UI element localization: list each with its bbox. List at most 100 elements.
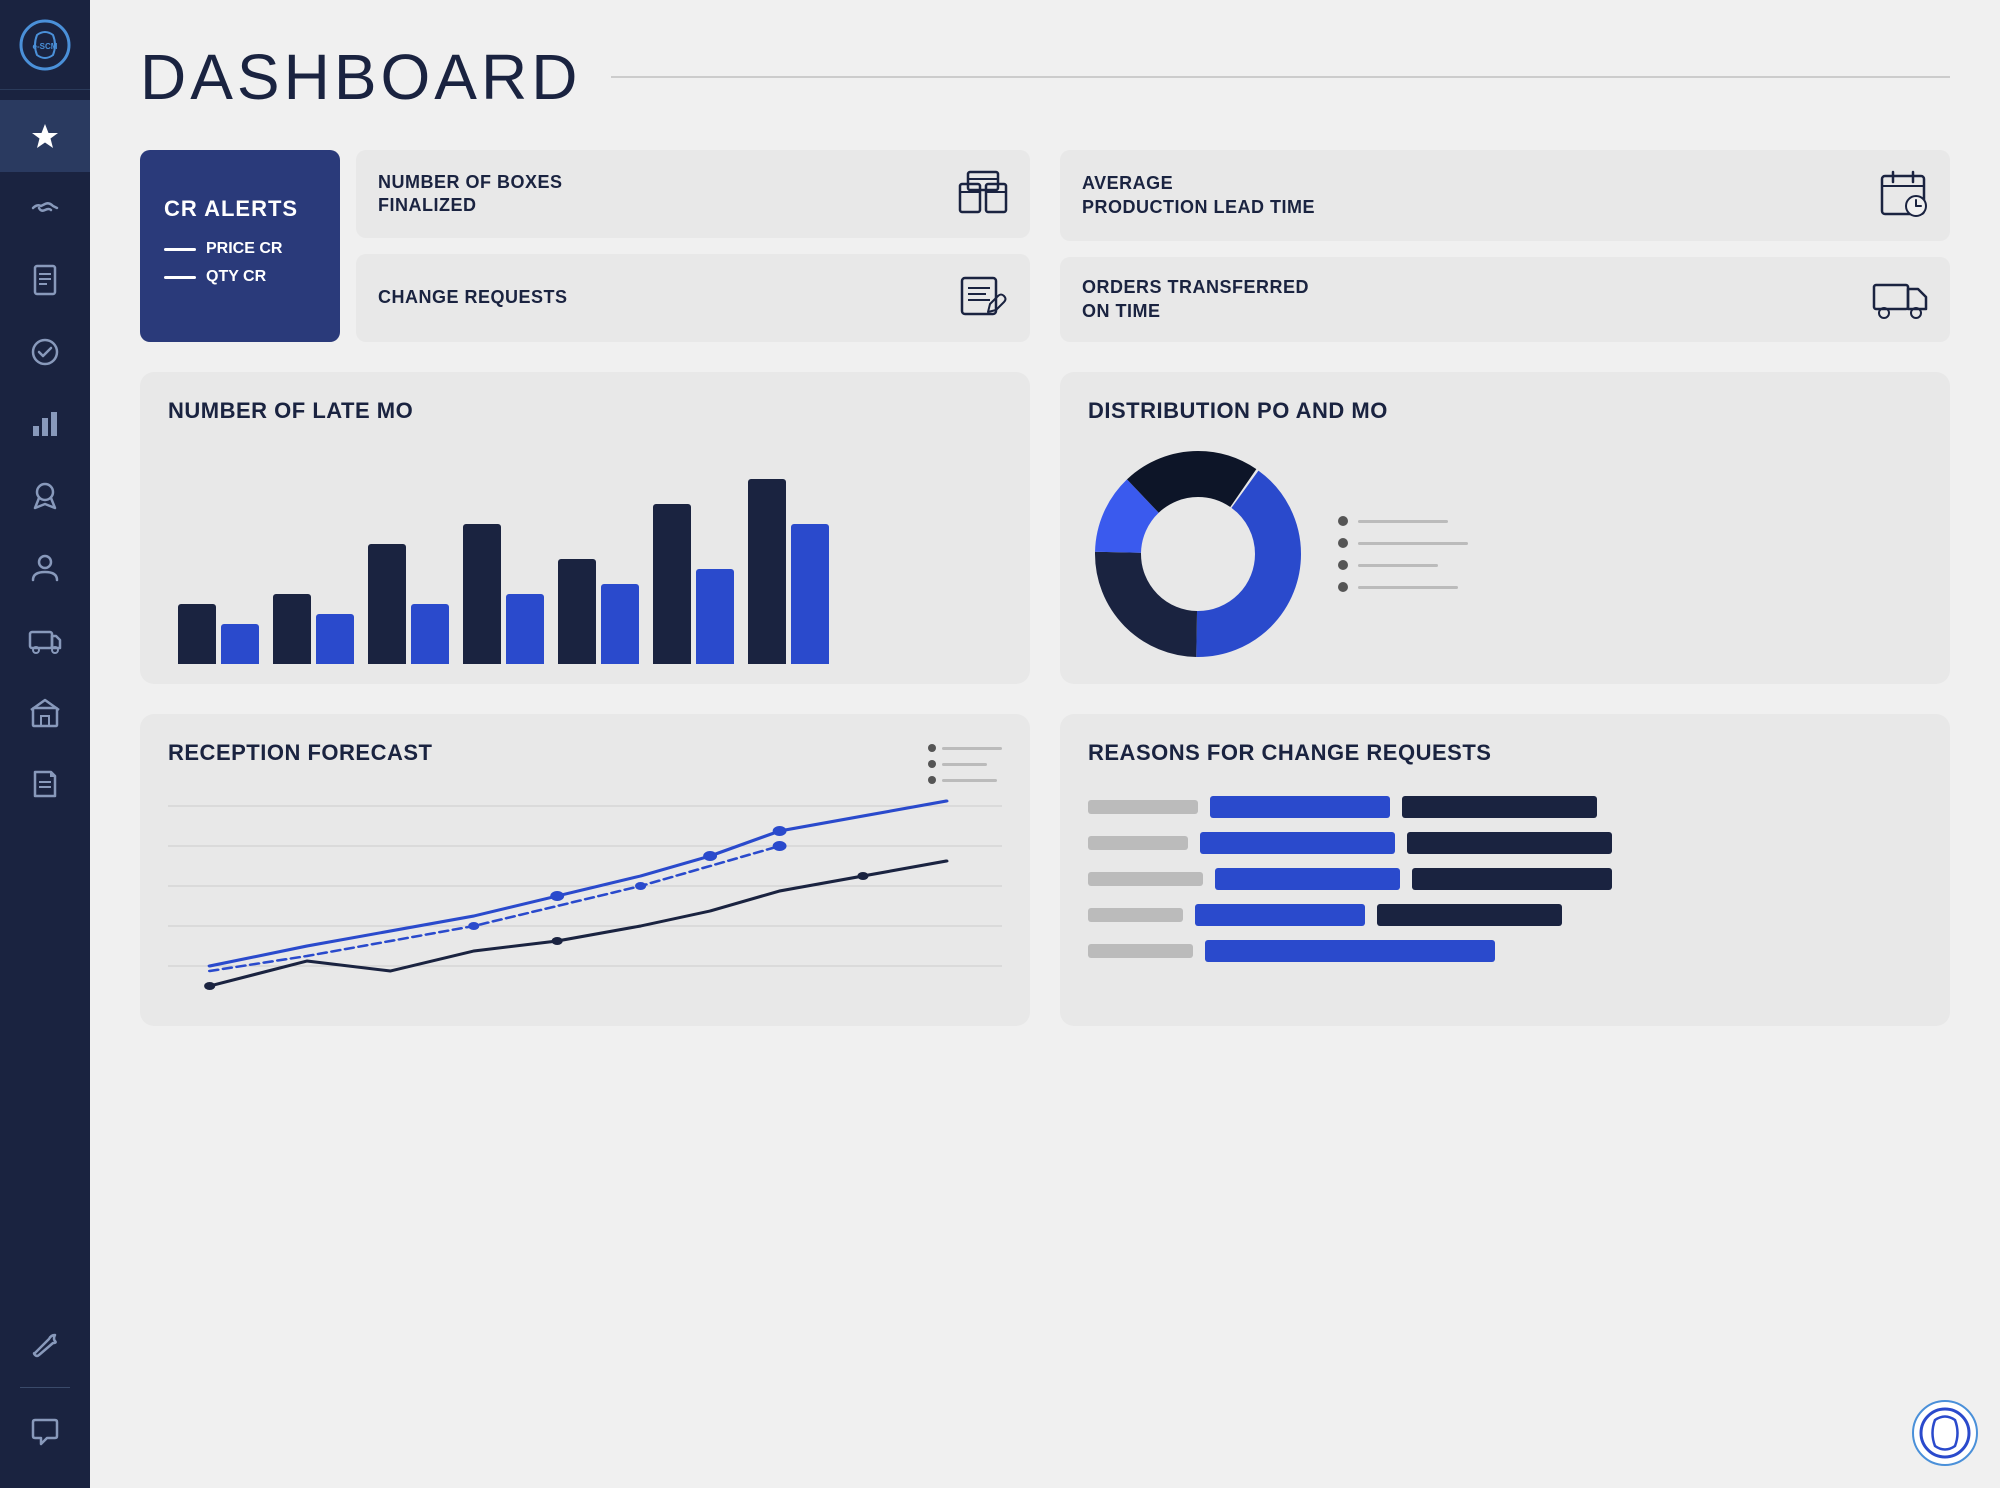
bar-dark (558, 559, 596, 664)
sidebar-item-file[interactable] (0, 748, 90, 820)
bar-dark (748, 479, 786, 664)
sidebar-nav (0, 90, 90, 1307)
reasons-hbar-chart (1088, 786, 1922, 972)
left-metrics-col: NUMBER OF BOXES FINALIZED CHANGE REQUEST… (356, 150, 1030, 342)
orders-transferred-label: ORDERS TRANSFERRED ON TIME (1082, 276, 1309, 323)
bar-dark (368, 544, 406, 664)
hbar-blue-2 (1200, 832, 1395, 854)
sidebar-bottom (0, 1307, 90, 1488)
metric-orders-transferred[interactable]: ORDERS TRANSFERRED ON TIME (1060, 257, 1950, 342)
hbar-dark-3 (1412, 868, 1612, 890)
sidebar-item-chat[interactable] (0, 1396, 90, 1468)
cr-price-item: PRICE CR (164, 240, 316, 258)
rec-dot-1 (928, 744, 936, 752)
bar-blue (791, 524, 829, 664)
main-content: DASHBOARD CR ALERTS PRICE CR QTY CR (90, 0, 2000, 1488)
sidebar: e-SCM (0, 0, 90, 1488)
bar-dark (463, 524, 501, 664)
legend-line-3 (1358, 564, 1438, 567)
bar-blue (506, 594, 544, 664)
legend-line-4 (1358, 586, 1458, 589)
boxes-icon (958, 170, 1008, 219)
bar-dark (178, 604, 216, 664)
header-line (611, 76, 1950, 78)
legend-line-2 (1358, 542, 1468, 545)
price-cr-label: PRICE CR (206, 240, 282, 258)
price-cr-line (164, 248, 196, 251)
reasons-title: REASONS FOR CHANGE REQUESTS (1088, 740, 1922, 766)
reception-title: RECEPTION FORECAST (168, 740, 432, 766)
hbar-dark-4 (1377, 904, 1562, 926)
sidebar-item-handshake[interactable] (0, 172, 90, 244)
change-requests-label: CHANGE REQUESTS (378, 286, 568, 309)
hbar-row-1 (1088, 796, 1922, 818)
delivery-icon (1872, 275, 1928, 324)
bar-group-6 (653, 504, 734, 664)
legend-item-4 (1338, 582, 1468, 592)
hbar-label-3 (1088, 872, 1203, 886)
rec-line-2 (942, 763, 987, 766)
cr-alerts-box[interactable]: CR ALERTS PRICE CR QTY CR (140, 150, 340, 342)
bar-group-5 (558, 559, 639, 664)
hbar-blue-1 (1210, 796, 1390, 818)
bar-group-7 (748, 479, 829, 664)
sidebar-divider (20, 1387, 70, 1388)
sidebar-item-check[interactable] (0, 316, 90, 388)
header: DASHBOARD (140, 40, 1950, 114)
legend-dot-2 (1338, 538, 1348, 548)
late-mo-chart (168, 444, 1002, 664)
brand-watermark (1910, 1398, 1980, 1468)
qty-cr-line (164, 276, 196, 279)
bar-group-4 (463, 524, 544, 664)
bar-blue (221, 624, 259, 664)
rec-line-3 (942, 779, 997, 782)
metric-boxes-finalized[interactable]: NUMBER OF BOXES FINALIZED (356, 150, 1030, 238)
brand-logo (1910, 1398, 1980, 1468)
bar-blue (696, 569, 734, 664)
hbar-label-1 (1088, 800, 1198, 814)
charts-row-1: NUMBER OF LATE MO (140, 372, 1950, 684)
avg-lead-label: AVERAGE PRODUCTION LEAD TIME (1082, 172, 1315, 219)
cr-alerts-title: CR ALERTS (164, 196, 316, 222)
calendar-icon (1878, 168, 1928, 223)
reasons-panel: REASONS FOR CHANGE REQUESTS (1060, 714, 1950, 1026)
hbar-row-2 (1088, 832, 1922, 854)
metric-change-requests[interactable]: CHANGE REQUESTS (356, 254, 1030, 342)
sidebar-item-truck[interactable] (0, 604, 90, 676)
hbar-label-4 (1088, 908, 1183, 922)
top-left: CR ALERTS PRICE CR QTY CR NUMBER OF BOXE… (140, 150, 1030, 342)
top-row: CR ALERTS PRICE CR QTY CR NUMBER OF BOXE… (140, 150, 1950, 342)
sidebar-item-chart[interactable] (0, 388, 90, 460)
legend-dot-1 (1338, 516, 1348, 526)
bar-blue (316, 614, 354, 664)
sidebar-item-document[interactable] (0, 244, 90, 316)
hbar-blue-3 (1215, 868, 1400, 890)
svg-text:e-SCM: e-SCM (33, 42, 58, 51)
hbar-blue-4 (1195, 904, 1365, 926)
reception-line-chart (168, 786, 1002, 1006)
donut-legend (1338, 516, 1468, 592)
top-right: AVERAGE PRODUCTION LEAD TIME ORDERS TRAN… (1060, 150, 1950, 342)
rec-leg-1 (928, 744, 1002, 752)
reception-svg (168, 786, 1002, 1006)
donut-chart (1088, 444, 1308, 664)
reception-legend (928, 744, 1002, 784)
bar-blue (411, 604, 449, 664)
bar-dark (273, 594, 311, 664)
change-requests-icon (958, 274, 1008, 323)
sidebar-item-badge[interactable] (0, 460, 90, 532)
qty-cr-label: QTY CR (206, 268, 266, 286)
sidebar-item-tools[interactable] (0, 1307, 90, 1379)
legend-dot-4 (1338, 582, 1348, 592)
hbar-blue-5 (1205, 940, 1495, 962)
charts-row-2: RECEPTION FORECAST (140, 714, 1950, 1026)
rec-line-1 (942, 747, 1002, 750)
rec-leg-2 (928, 760, 1002, 768)
legend-item-3 (1338, 560, 1468, 570)
reception-panel: RECEPTION FORECAST (140, 714, 1030, 1026)
sidebar-item-warehouse[interactable] (0, 676, 90, 748)
late-mo-title: NUMBER OF LATE MO (168, 398, 1002, 424)
sidebar-item-star[interactable] (0, 100, 90, 172)
metric-avg-lead-time[interactable]: AVERAGE PRODUCTION LEAD TIME (1060, 150, 1950, 241)
sidebar-item-user[interactable] (0, 532, 90, 604)
